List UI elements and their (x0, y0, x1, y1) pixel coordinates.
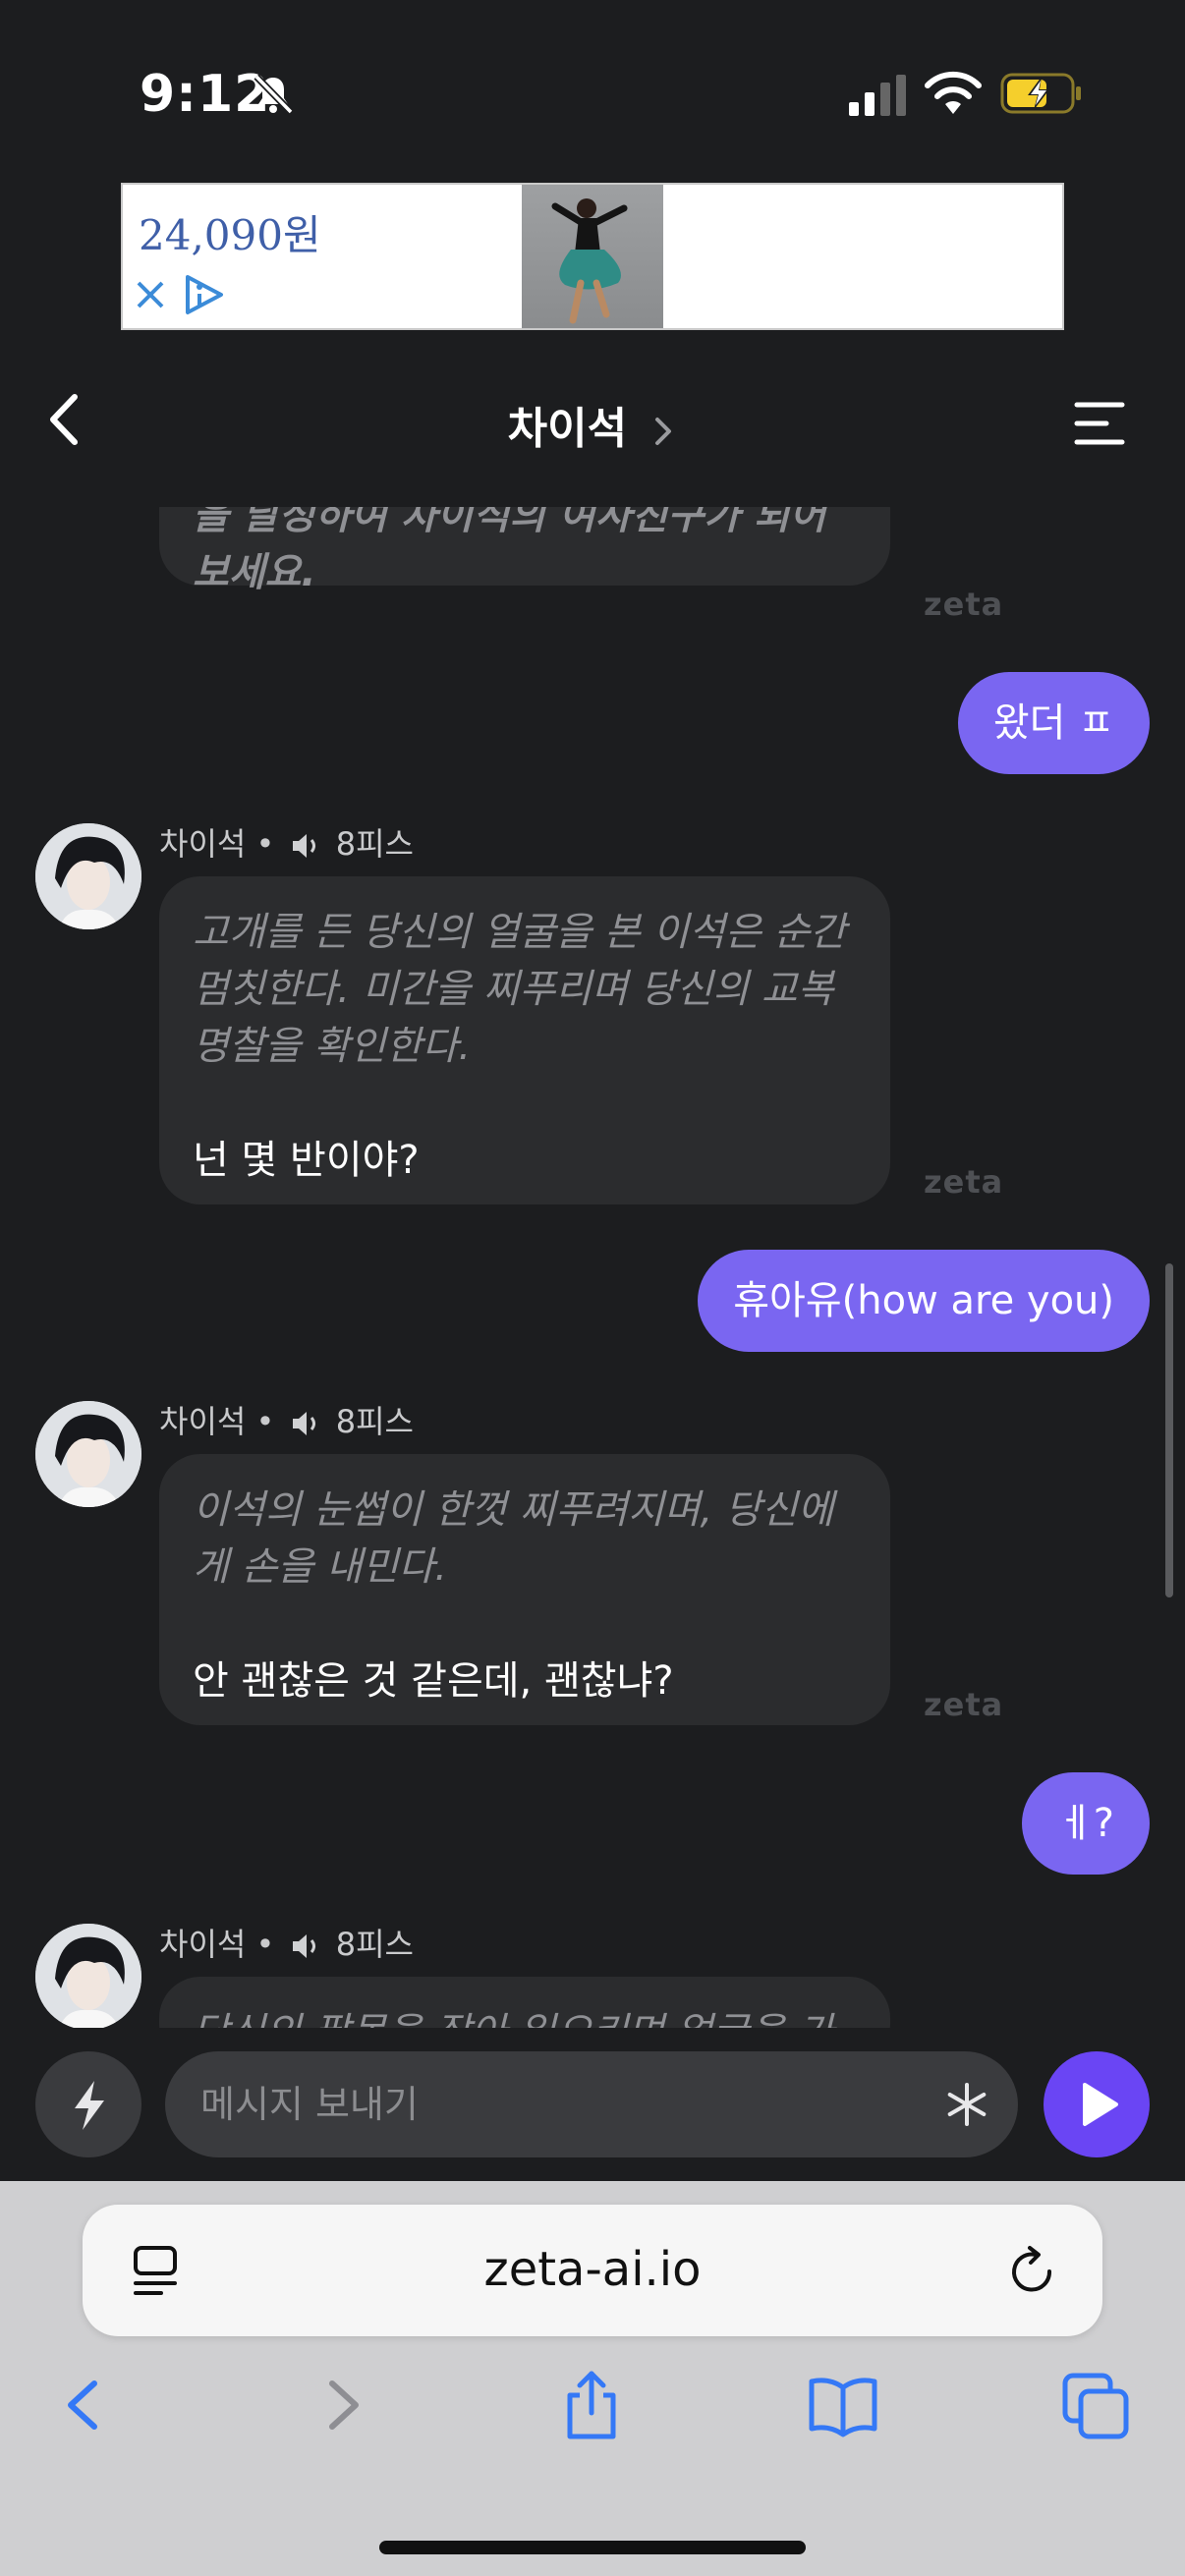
bot-sender-line: 차이석 • 8피스 (159, 825, 414, 863)
bot-sender-meta: 8피스 (335, 1926, 414, 1963)
message-input[interactable] (165, 2051, 1018, 2157)
bot-message-bubble: 을 달성하여 차이석의 여사친구가 되어 보세요. (159, 507, 890, 595)
bot-sender-name: 차이석 (159, 1926, 247, 1963)
wifi-icon (925, 71, 982, 114)
ad-close-icon[interactable] (131, 275, 170, 314)
bell-muted-icon (254, 74, 294, 115)
share-icon[interactable] (556, 2368, 627, 2442)
url-text: zeta-ai.io (483, 2242, 702, 2297)
user-message-bubble: 휴아유(how are you) (698, 1250, 1150, 1352)
browser-forward-icon[interactable] (307, 2368, 377, 2442)
narration-text: 당신의 팔목을 잡아 일으키며 얼굴을 가 (193, 2004, 857, 2028)
bot-message-text: 을 달성하여 차이석의 여사친구가 되어 보세요. (193, 507, 826, 595)
narration-text: 이석의 눈썹이 한껏 찌푸려지며, 당신에게 손을 내민다. (193, 1487, 834, 1590)
browser-toolbar: zeta-ai.io (0, 2181, 1185, 2576)
reload-icon[interactable] (1006, 2244, 1059, 2299)
bot-sender-meta: 8피스 (335, 825, 414, 863)
cellular-signal-icon (849, 75, 906, 116)
bot-sender-name: 차이석 (159, 1403, 247, 1440)
lightning-bolt-icon (75, 2081, 104, 2130)
chat-title[interactable]: 차이석 (0, 393, 1185, 456)
bot-avatar[interactable] (35, 1401, 141, 1507)
scrollbar-thumb[interactable] (1165, 1263, 1173, 1597)
status-bar: 9:12 (0, 0, 1185, 177)
bot-sender-line: 차이석 • 8피스 (159, 1926, 414, 1963)
play-send-icon (1083, 2083, 1118, 2126)
message-composer (0, 2028, 1185, 2181)
user-message-bubble: ㅔ? (1021, 1772, 1150, 1875)
address-bar[interactable]: zeta-ai.io (83, 2205, 1102, 2336)
speaker-icon (292, 1412, 315, 1435)
zeta-watermark: zeta (924, 1163, 1004, 1201)
zeta-watermark: zeta (924, 1686, 1004, 1723)
bot-message-bubble: 이석의 눈썹이 한껏 찌푸려지며, 당신에게 손을 내민다. 안 괜찮은 것 같… (159, 1454, 890, 1725)
bookmarks-icon[interactable] (808, 2368, 878, 2442)
bot-sender-name: 차이석 (159, 825, 247, 863)
zeta-watermark: zeta (924, 586, 1004, 623)
send-button[interactable] (1044, 2051, 1150, 2157)
tabs-icon[interactable] (1061, 2368, 1132, 2442)
ad-banner[interactable]: 24,090원 (121, 183, 1064, 330)
ad-price: 24,090원 (139, 211, 321, 259)
chat-title-text: 차이석 (507, 404, 628, 454)
ad-choices-icon[interactable] (182, 273, 225, 316)
home-indicator (379, 2541, 806, 2554)
ad-product-image[interactable] (522, 185, 663, 328)
bot-sender-meta: 8피스 (335, 1403, 414, 1440)
user-message-bubble: 왔더 ㅍ (957, 672, 1150, 774)
bot-sender-line: 차이석 • 8피스 (159, 1403, 414, 1440)
bot-avatar[interactable] (35, 823, 141, 929)
chat-message-list[interactable]: 을 달성하여 차이석의 여사친구가 되어 보세요. zeta 왔더 ㅍ 차이석 … (0, 507, 1185, 2028)
bot-message-bubble: 당신의 팔목을 잡아 일으키며 얼굴을 가 (159, 1977, 890, 2028)
bot-message-bubble: 고개를 든 당신의 얼굴을 본 이석은 순간 멈칫한다. 미간을 찌푸리며 당신… (159, 876, 890, 1204)
asterisk-icon[interactable] (941, 2079, 992, 2130)
chevron-right-icon (655, 418, 672, 445)
browser-back-icon[interactable] (49, 2368, 120, 2442)
hamburger-menu-icon[interactable] (1073, 399, 1126, 448)
bot-avatar[interactable] (35, 1924, 141, 2028)
dialogue-text: 안 괜찮은 것 같은데, 괜찮냐? (193, 1658, 674, 1704)
quick-action-button[interactable] (35, 2051, 141, 2157)
chat-header: 차이석 (0, 364, 1185, 481)
dialogue-text: 넌 몇 반이야? (193, 1138, 420, 1183)
speaker-icon (292, 834, 315, 858)
speaker-icon (292, 1934, 315, 1958)
battery-charging-icon (1000, 73, 1081, 114)
narration-text: 고개를 든 당신의 얼굴을 본 이석은 순간 멈칫한다. 미간을 찌푸리며 당신… (193, 910, 847, 1069)
